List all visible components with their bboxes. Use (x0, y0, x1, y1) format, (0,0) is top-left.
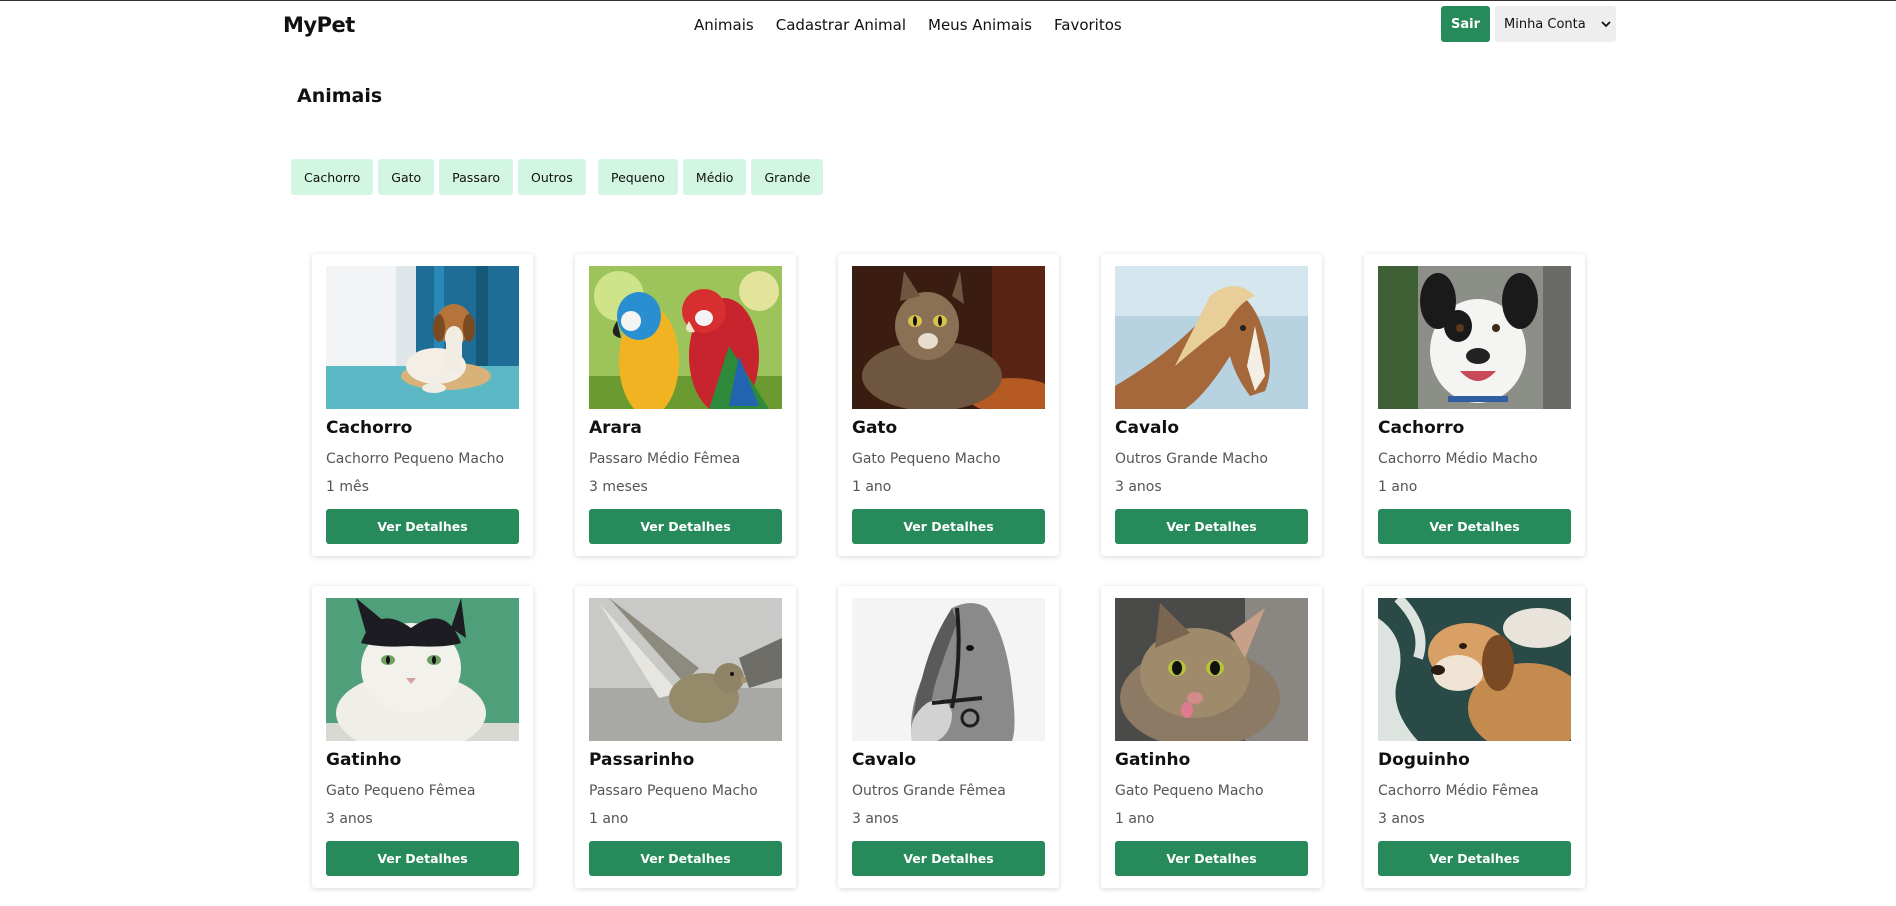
filter-gato[interactable]: Gato (378, 159, 435, 195)
black-white-cat-photo (326, 598, 519, 741)
animal-card: Cavalo Outros Grande Macho 3 anos Ver De… (1101, 254, 1322, 556)
details-button[interactable]: Ver Detalhes (852, 841, 1045, 876)
animal-card: Doguinho Cachorro Médio Fêmea 3 anos Ver… (1364, 586, 1585, 888)
animal-age: 3 anos (326, 811, 373, 827)
page-title: Animais (297, 85, 383, 107)
filter-medio[interactable]: Médio (682, 159, 747, 195)
animal-grid: Cachorro Cachorro Pequeno Macho 1 mês Ve… (312, 254, 1585, 888)
animal-name: Cachorro (326, 418, 413, 438)
animal-age: 3 anos (852, 811, 899, 827)
dog-beagle-photo (326, 266, 519, 409)
small-bird-photo (589, 598, 782, 741)
chevron-down-icon (1601, 21, 1611, 28)
animal-card: Cavalo Outros Grande Fêmea 3 anos Ver De… (838, 586, 1059, 888)
horse-grey-photo (852, 598, 1045, 741)
animal-card: Cachorro Cachorro Pequeno Macho 1 mês Ve… (312, 254, 533, 556)
animal-description: Cachorro Médio Fêmea (1378, 783, 1539, 799)
animal-age: 1 ano (852, 479, 892, 495)
filter-passaro[interactable]: Passaro (439, 159, 514, 195)
animal-description: Outros Grande Macho (1115, 451, 1268, 467)
animal-description: Cachorro Médio Macho (1378, 451, 1538, 467)
animal-name: Gato (852, 418, 898, 438)
animal-description: Passaro Pequeno Macho (589, 783, 758, 799)
animal-description: Gato Pequeno Macho (852, 451, 1001, 467)
animal-description: Cachorro Pequeno Macho (326, 451, 505, 467)
size-filters: Pequeno Médio Grande (598, 159, 824, 195)
filter-pequeno[interactable]: Pequeno (598, 159, 678, 195)
animal-card: Gatinho Gato Pequeno Macho 1 ano Ver Det… (1101, 586, 1322, 888)
animal-name: Gatinho (1115, 750, 1191, 770)
details-button[interactable]: Ver Detalhes (326, 509, 519, 544)
nav-cadastrar-animal[interactable]: Cadastrar Animal (776, 16, 906, 34)
nav-favoritos[interactable]: Favoritos (1054, 16, 1122, 34)
animal-name: Cavalo (1115, 418, 1180, 438)
animal-card: Gatinho Gato Pequeno Fêmea 3 anos Ver De… (312, 586, 533, 888)
animal-age: 1 mês (326, 479, 369, 495)
main-nav: Animais Cadastrar Animal Meus Animais Fa… (694, 16, 1122, 34)
animal-name: Doguinho (1378, 750, 1470, 770)
nav-meus-animais[interactable]: Meus Animais (928, 16, 1032, 34)
animal-description: Gato Pequeno Macho (1115, 783, 1264, 799)
account-label: Minha Conta (1504, 16, 1586, 32)
animal-name: Passarinho (589, 750, 695, 770)
animal-description: Outros Grande Fêmea (852, 783, 1006, 799)
animal-age: 3 meses (589, 479, 648, 495)
details-button[interactable]: Ver Detalhes (326, 841, 519, 876)
animal-description: Gato Pequeno Fêmea (326, 783, 476, 799)
animal-age: 3 anos (1115, 479, 1162, 495)
animal-name: Arara (589, 418, 642, 438)
logout-button[interactable]: Sair (1441, 6, 1490, 42)
animal-age: 1 ano (589, 811, 629, 827)
animal-age: 1 ano (1115, 811, 1155, 827)
details-button[interactable]: Ver Detalhes (1378, 841, 1571, 876)
parrots-photo (589, 266, 782, 409)
animal-card: Arara Passaro Médio Fêmea 3 meses Ver De… (575, 254, 796, 556)
animal-name: Gatinho (326, 750, 402, 770)
animal-age: 1 ano (1378, 479, 1418, 495)
dog-spotted-photo (1378, 266, 1571, 409)
details-button[interactable]: Ver Detalhes (1115, 509, 1308, 544)
tabby-cat-photo (852, 266, 1045, 409)
details-button[interactable]: Ver Detalhes (852, 509, 1045, 544)
animal-card: Passarinho Passaro Pequeno Macho 1 ano V… (575, 586, 796, 888)
details-button[interactable]: Ver Detalhes (1378, 509, 1571, 544)
species-filters: Cachorro Gato Passaro Outros (291, 159, 586, 195)
animal-name: Cavalo (852, 750, 917, 770)
tabby-kitten-photo (1115, 598, 1308, 741)
filter-cachorro[interactable]: Cachorro (291, 159, 374, 195)
logo[interactable]: MyPet (283, 13, 355, 37)
dog-sleepy-photo (1378, 598, 1571, 741)
account-dropdown[interactable]: Minha Conta (1495, 6, 1616, 42)
filter-grande[interactable]: Grande (751, 159, 824, 195)
animal-description: Passaro Médio Fêmea (589, 451, 741, 467)
horse-brown-photo (1115, 266, 1308, 409)
filter-outros[interactable]: Outros (518, 159, 586, 195)
animal-card: Cachorro Cachorro Médio Macho 1 ano Ver … (1364, 254, 1585, 556)
animal-card: Gato Gato Pequeno Macho 1 ano Ver Detalh… (838, 254, 1059, 556)
nav-animais[interactable]: Animais (694, 16, 754, 34)
details-button[interactable]: Ver Detalhes (1115, 841, 1308, 876)
details-button[interactable]: Ver Detalhes (589, 841, 782, 876)
animal-age: 3 anos (1378, 811, 1425, 827)
animal-name: Cachorro (1378, 418, 1465, 438)
details-button[interactable]: Ver Detalhes (589, 509, 782, 544)
